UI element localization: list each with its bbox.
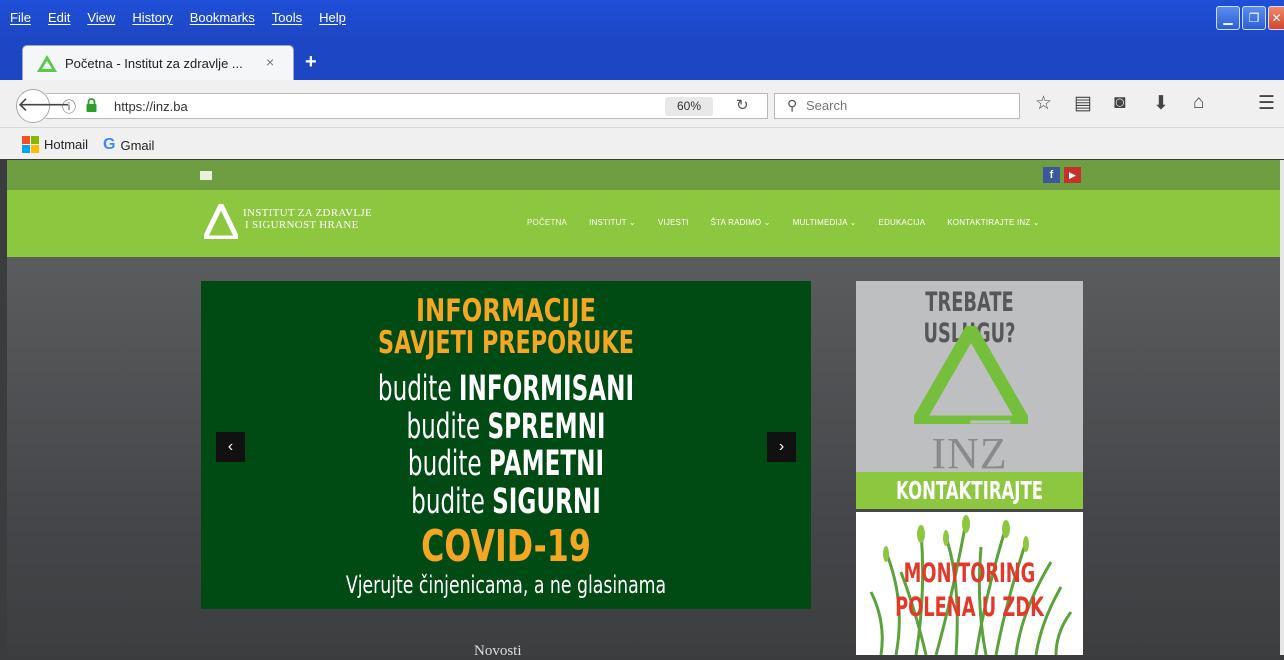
nav-vijesti[interactable]: VIJESTI [658, 218, 689, 227]
hero-slider[interactable]: INFORMACIJE SAVJETI PREPORUKE budite INF… [201, 281, 811, 609]
youtube-icon[interactable]: ▶ [1064, 167, 1081, 183]
menu-file[interactable]: File [10, 10, 31, 25]
pollen-card-line-1: MONITORING [903, 558, 1036, 589]
tab-active[interactable]: Početna - Institut za zdravlje ... × [22, 45, 294, 80]
new-tab-button[interactable]: + [305, 51, 317, 74]
microsoft-icon [22, 136, 39, 153]
search-icon: ⚲ [787, 97, 798, 113]
bookmark-label: Hotmail [44, 137, 89, 152]
site-top-strip: f ▶ [7, 160, 1282, 190]
menu-bar: File Edit View History Bookmarks Tools H… [0, 0, 1284, 40]
bookmark-star-icon[interactable]: ☆ [1035, 92, 1052, 115]
pollen-monitoring-card[interactable]: MONITORING POLENA U ZDK [856, 512, 1083, 655]
menu-history[interactable]: History [132, 10, 172, 25]
search-input[interactable] [806, 98, 1006, 113]
nav-edukacija[interactable]: EDUKACIJA [879, 218, 926, 227]
menu-tools[interactable]: Tools [272, 10, 302, 25]
close-window-button[interactable]: ✕ [1268, 6, 1284, 30]
url-text[interactable]: https://inz.ba [114, 99, 188, 114]
slide-line-2: budite SPREMNI [406, 407, 606, 447]
slider-next-button[interactable]: › [767, 432, 796, 462]
nav-sta-radimo[interactable]: ŠTA RADIMO ⌄ [711, 218, 771, 227]
nav-multimedija[interactable]: MULTIMEDIJA ⌄ [793, 218, 857, 227]
home-icon[interactable]: ⌂ [1193, 92, 1204, 114]
hamburger-menu-icon[interactable]: ☰ [1258, 92, 1275, 115]
service-card-cta[interactable]: KONTAKTIRAJTE NAS [856, 472, 1083, 542]
facebook-icon[interactable]: f [1043, 167, 1060, 183]
reload-icon[interactable]: ↻ [736, 96, 749, 114]
pollen-card-line-2: POLENA U ZDK [895, 592, 1044, 623]
inz-triangle-icon [914, 326, 1028, 424]
zoom-level[interactable]: 60% [665, 97, 713, 116]
tab-title: Početna - Institut za zdravlje ... [65, 56, 243, 71]
restore-button[interactable]: ❐ [1242, 6, 1266, 30]
service-card[interactable]: TREBATE USLUGU? INZ KONTAKTIRAJTE NAS [856, 281, 1083, 542]
tab-close-icon[interactable]: × [266, 54, 274, 70]
menu-view[interactable]: View [87, 10, 115, 25]
menu-bookmarks[interactable]: Bookmarks [190, 10, 255, 25]
site-logo-text[interactable]: INSTITUT ZA ZDRAVLJE I SIGURNOST HRANE [243, 207, 372, 231]
slide-covid: COVID-19 [421, 521, 591, 572]
minimize-button[interactable]: ▁ [1216, 6, 1240, 30]
pocket-icon[interactable]: ◙ [1114, 92, 1125, 114]
slide-heading-2: SAVJETI PREPORUKE [378, 325, 634, 361]
site-favicon-icon [37, 55, 57, 72]
site-header: INSTITUT ZA ZDRAVLJE I SIGURNOST HRANE P… [7, 190, 1282, 257]
slide-heading-1: INFORMACIJE [416, 293, 596, 329]
url-bar[interactable]: ⓘ https://inz.ba 60% ↻ [46, 93, 768, 119]
reading-list-icon[interactable]: ▤ [1074, 92, 1092, 115]
slide-tagline: Vjerujte činjenicama, a ne glasinama [345, 571, 667, 599]
slide-line-1: budite INFORMISANI [377, 369, 635, 409]
news-heading: Novosti [474, 643, 522, 659]
menu-edit[interactable]: Edit [48, 10, 70, 25]
mail-icon[interactable] [200, 171, 212, 180]
slider-prev-button[interactable]: ‹ [216, 432, 245, 462]
downloads-icon[interactable]: ⬇ [1153, 92, 1169, 115]
nav-pocetna[interactable]: POČETNA [527, 218, 567, 227]
bookmark-label: Gmail [120, 137, 155, 153]
google-icon: G [103, 136, 116, 153]
menu-help[interactable]: Help [319, 10, 346, 25]
page-scrollbar[interactable] [1280, 160, 1284, 655]
nav-kontaktirajte[interactable]: KONTAKTIRAJTE INZ ⌄ [947, 218, 1040, 227]
slide-line-3: budite PAMETNI [407, 444, 605, 484]
main-nav: POČETNA INSTITUT ⌄ VIJESTI ŠTA RADIMO ⌄ … [527, 218, 1062, 227]
lock-icon [86, 98, 97, 112]
bookmarks-bar: Hotmail G Gmail [0, 128, 1284, 159]
slide-line-4: budite SIGURNI [411, 482, 601, 522]
inz-logo-icon[interactable] [204, 204, 238, 239]
back-button[interactable]: 🡐 [16, 89, 71, 123]
search-bar[interactable]: ⚲ [774, 93, 1020, 119]
nav-institut[interactable]: INSTITUT ⌄ [589, 218, 636, 227]
bookmark-hotmail[interactable]: Hotmail [22, 136, 88, 153]
bookmark-gmail[interactable]: G Gmail [103, 136, 154, 154]
